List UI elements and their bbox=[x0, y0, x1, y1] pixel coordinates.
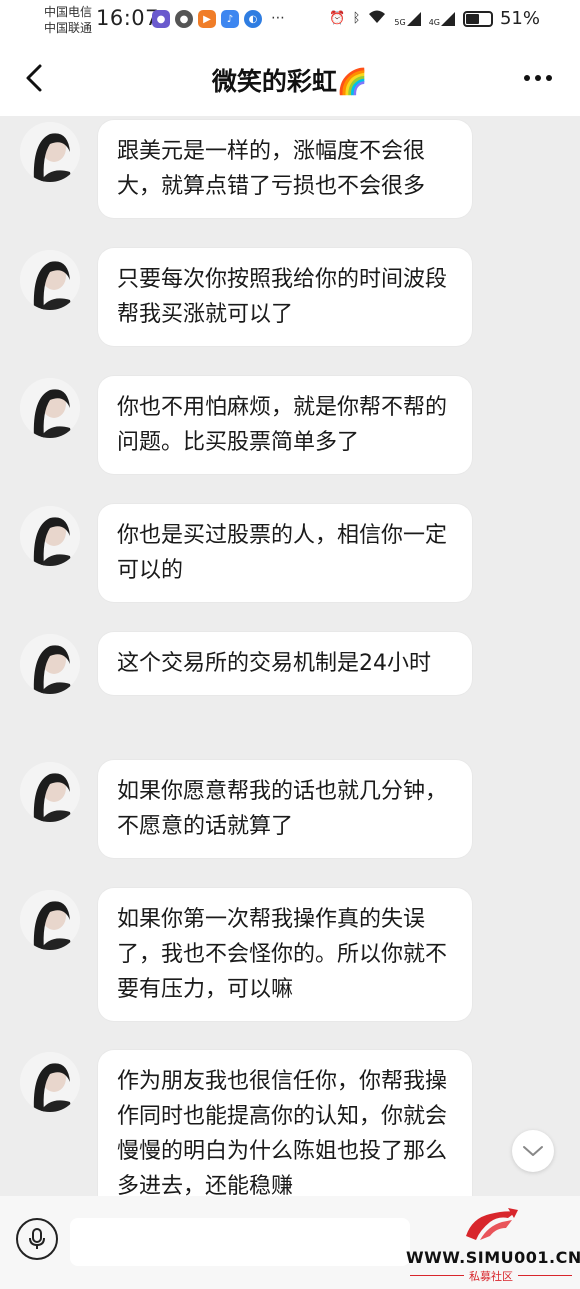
contact-avatar[interactable] bbox=[20, 250, 80, 310]
message-input[interactable] bbox=[70, 1218, 410, 1266]
message-bubble[interactable]: 你也是买过股票的人，相信你一定可以的 bbox=[98, 504, 472, 602]
message-bubble[interactable]: 只要每次你按照我给你的时间波段帮我买涨就可以了 bbox=[98, 248, 472, 346]
message-bubble[interactable]: 如果你第一次帮我操作真的失误了，我也不会怪你的。所以你就不要有压力，可以嘛 bbox=[98, 888, 472, 1021]
contact-avatar[interactable] bbox=[20, 122, 80, 182]
bluetooth-icon: ᛒ bbox=[352, 11, 361, 26]
more-options-button[interactable] bbox=[524, 66, 556, 90]
music-notification-icon: ♪ bbox=[221, 10, 239, 28]
carrier-info: 中国电信 中国联通 bbox=[44, 4, 92, 36]
contact-avatar[interactable] bbox=[20, 1052, 80, 1112]
voice-input-button[interactable] bbox=[16, 1218, 58, 1260]
message-bubble[interactable]: 如果你愿意帮我的话也就几分钟，不愿意的话就算了 bbox=[98, 760, 472, 858]
watermark-url: WWW.SIMU001.CN bbox=[406, 1248, 580, 1267]
microphone-icon bbox=[29, 1228, 45, 1249]
battery-percent: 51% bbox=[499, 8, 540, 29]
more-dot-icon bbox=[535, 75, 541, 81]
contact-avatar[interactable] bbox=[20, 506, 80, 566]
contact-avatar[interactable] bbox=[20, 890, 80, 950]
app-notification-icon: ● bbox=[152, 10, 170, 28]
message-bubble[interactable]: 这个交易所的交易机制是24小时 bbox=[98, 632, 472, 695]
wifi-icon bbox=[367, 9, 387, 29]
contact-avatar[interactable] bbox=[20, 378, 80, 438]
video-notification-icon: ▶ bbox=[198, 10, 216, 28]
signal-5g-icon: 5G bbox=[394, 11, 421, 27]
system-icons: ⏰ ᛒ 5G 4G 51% bbox=[329, 8, 540, 29]
watermark-subtitle: 私募社区 bbox=[469, 1270, 513, 1283]
watermark: WWW.SIMU001.CN 私募社区 bbox=[402, 1196, 580, 1289]
chat-notification-icon: ● bbox=[175, 10, 193, 28]
message-bubble[interactable]: 你也不用怕麻烦，就是你帮不帮的问题。比买股票简单多了 bbox=[98, 376, 472, 474]
message-bubble[interactable]: 作为朋友我也很信任你，你帮我操作同时也能提高你的认知，你就会慢慢的明白为什么陈姐… bbox=[98, 1050, 472, 1196]
contact-avatar[interactable] bbox=[20, 762, 80, 822]
more-notifications-icon: ⋯ bbox=[271, 10, 285, 26]
chat-title: 微笑的彩虹🌈 bbox=[211, 67, 369, 96]
scroll-to-bottom-button[interactable] bbox=[512, 1130, 554, 1172]
contact-avatar[interactable] bbox=[20, 634, 80, 694]
battery-icon bbox=[462, 10, 493, 27]
watermark-divider bbox=[518, 1275, 572, 1276]
carrier-1: 中国电信 bbox=[44, 5, 93, 19]
more-dot-icon bbox=[524, 75, 530, 81]
message-bubble[interactable]: 跟美元是一样的，涨幅度不会很大，就算点错了亏损也不会很多 bbox=[98, 120, 472, 218]
carrier-2: 中国联通 bbox=[44, 21, 93, 35]
status-bar: 中国电信 中国联通 16:07 ● ● ▶ ♪ ◐ ⋯ ⏰ ᛒ 5G 4G 51… bbox=[0, 0, 580, 40]
chat-header: 微笑的彩虹🌈 bbox=[0, 40, 580, 116]
signal-4g-icon: 4G bbox=[429, 11, 456, 27]
browser-notification-icon: ◐ bbox=[244, 10, 262, 28]
more-dot-icon bbox=[546, 75, 552, 81]
clock: 16:07 bbox=[96, 6, 160, 30]
watermark-logo-icon bbox=[466, 1208, 518, 1240]
message-list[interactable]: 跟美元是一样的，涨幅度不会很大，就算点错了亏损也不会很多 只要每次你按照我给你的… bbox=[0, 116, 580, 1196]
notification-icons: ● ● ▶ ♪ ◐ ⋯ bbox=[152, 10, 285, 28]
alarm-icon: ⏰ bbox=[329, 11, 346, 26]
chevron-down-icon bbox=[523, 1146, 543, 1156]
